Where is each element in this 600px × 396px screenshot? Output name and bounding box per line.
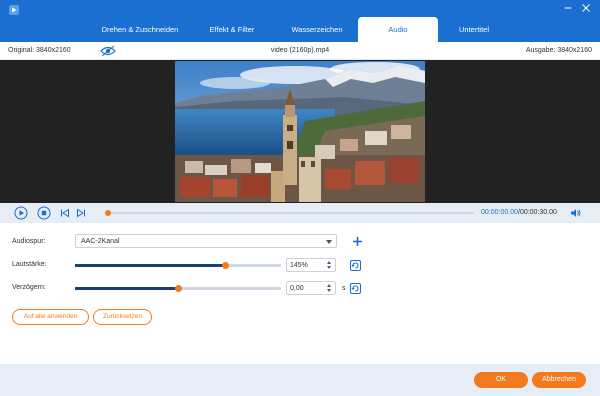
delay-stepper[interactable]: 0,00 [286,281,336,295]
cancel-button[interactable]: Abbrechen [532,372,586,388]
video-filename: video (2160p).mp4 [270,47,330,54]
delay-unit: s [342,285,346,292]
eye-icon[interactable] [100,45,116,57]
tab-watermark[interactable]: Wasserzeichen [276,17,358,42]
volume-icon[interactable] [570,207,582,219]
audio-track-value: AAC-2Kanal [81,238,120,245]
decrease-volume-icon[interactable] [327,266,331,269]
play-icon[interactable] [14,206,28,220]
time-current: 00:00:00.00 [481,209,518,216]
reset-delay-icon[interactable] [350,283,361,294]
time-display: 00:00:00.00/00:00:30.00 [481,209,557,216]
dialog-footer: OK Abbrechen [0,364,600,396]
ok-button[interactable]: OK [474,372,528,388]
close-icon[interactable] [578,1,594,15]
tab-effect-filter[interactable]: Effekt & Filter [188,17,276,42]
app-logo-icon [9,5,19,15]
chevron-down-icon [326,240,332,244]
tab-audio[interactable]: Audio [358,17,438,42]
delay-value: 0,00 [290,285,304,292]
increase-delay-icon[interactable] [327,284,331,287]
volume-value: 145% [290,262,308,269]
audio-track-select[interactable]: AAC-2Kanal [75,234,337,248]
previous-frame-icon[interactable] [58,206,72,220]
info-bar: video (2160p).mp4 Original: 3840x2160 Au… [0,42,600,60]
decrease-delay-icon[interactable] [327,289,331,292]
volume-slider-fill [75,264,226,267]
player-controls: 00:00:00.00/00:00:30.00 [0,203,600,223]
audio-track-label: Audiospur: [12,238,46,245]
apply-to-all-button[interactable]: Auf alle anwenden [12,309,89,325]
title-bar: Drehen & Zuschneiden Effekt & Filter Was… [0,0,600,42]
increase-volume-icon[interactable] [327,261,331,264]
add-audio-track-button[interactable] [350,234,365,249]
delay-slider-knob[interactable] [175,285,182,292]
delay-label: Verzögern: [12,284,46,291]
reset-button[interactable]: Zurücksetzen [93,309,152,325]
tab-bar: Drehen & Zuschneiden Effekt & Filter Was… [92,17,510,42]
reset-volume-icon[interactable] [350,260,361,271]
timeline-track[interactable] [105,210,474,216]
volume-slider-knob[interactable] [222,262,230,269]
timeline-playhead[interactable] [105,210,111,216]
stop-icon[interactable] [37,206,51,220]
original-resolution: Original: 3840x2160 [8,47,71,54]
delay-slider-fill [75,287,178,290]
volume-label: Lautstärke: [12,261,47,268]
output-resolution: Ausgabe: 3840x2160 [525,47,592,54]
delay-stepper-arrows [326,283,333,294]
volume-stepper-arrows [326,260,333,271]
delay-slider[interactable] [75,285,281,292]
tab-rotate-crop[interactable]: Drehen & Zuschneiden [92,17,188,42]
tab-subtitle[interactable]: Untertitel [438,17,510,42]
volume-stepper[interactable]: 145% [286,258,336,272]
video-preview [0,60,600,203]
video-frame-image [175,61,425,202]
next-frame-icon[interactable] [74,206,88,220]
volume-slider[interactable] [75,262,281,269]
time-total: 00:00:30.00 [519,209,557,216]
minimize-icon[interactable] [560,1,576,15]
